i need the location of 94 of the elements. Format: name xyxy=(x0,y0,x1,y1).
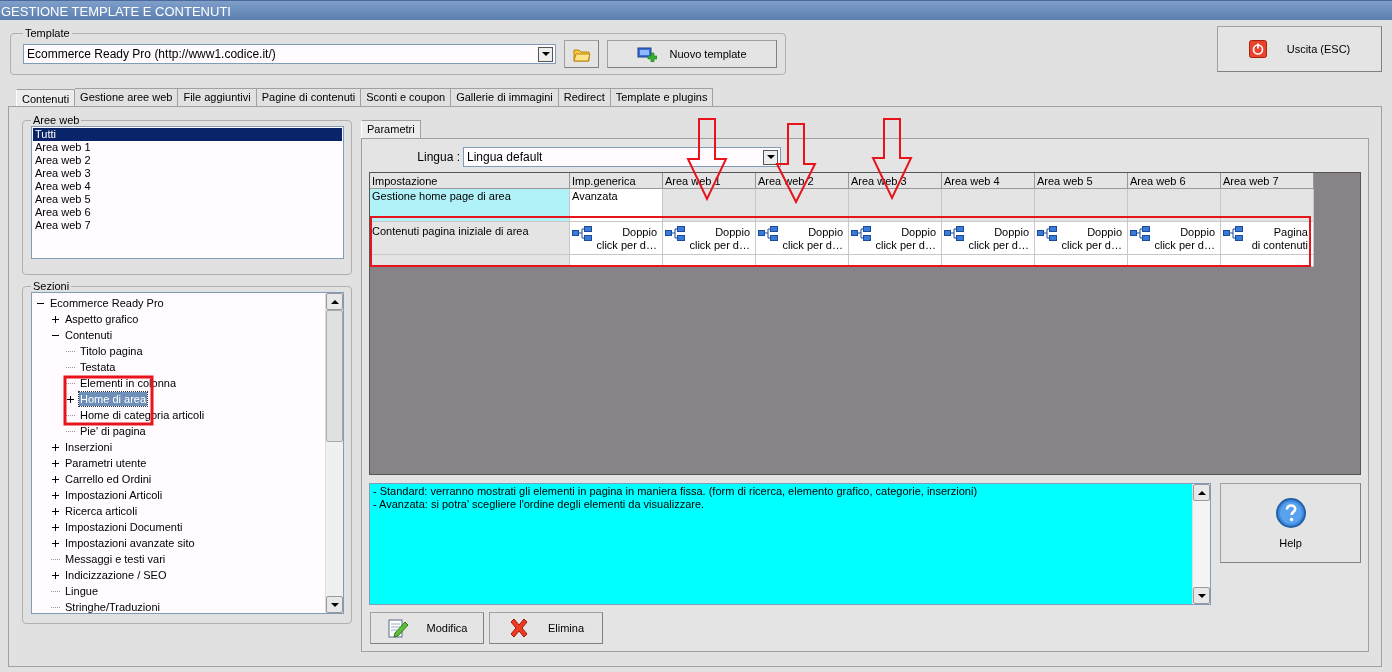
tree-item[interactable]: Impostazioni avanzate sito xyxy=(64,536,196,550)
hierarchy-icon xyxy=(851,226,871,242)
tree-item[interactable]: Aspetto grafico xyxy=(64,312,140,326)
edit-document-icon xyxy=(386,617,409,639)
tree-item[interactable]: Indicizzazione / SEO xyxy=(64,568,168,582)
hierarchy-icon xyxy=(1223,226,1243,242)
description-text: - Avanzata: si potra' scegliere l'ordine degli elementi da visualizzare. xyxy=(373,498,706,511)
row-label: Contenuti pagina iniziale di area xyxy=(370,222,570,255)
column-header: Area web 7 xyxy=(1221,173,1314,189)
table-cell[interactable]: Pagina di contenuti xyxy=(1221,222,1314,255)
scrollbar[interactable] xyxy=(325,293,343,613)
table-cell[interactable]: Doppio click per d… xyxy=(942,222,1035,255)
tab[interactable]: File aggiuntivi xyxy=(178,88,257,106)
tree-item[interactable]: Impostazioni Documenti xyxy=(64,520,184,534)
tab[interactable]: Contenuti xyxy=(16,89,76,106)
group-label: Template xyxy=(24,27,71,39)
help-icon xyxy=(1274,497,1307,529)
column-header: Area web 5 xyxy=(1035,173,1128,189)
template-dropdown[interactable]: Ecommerce Ready Pro (http://www1.codice.it/) xyxy=(23,44,556,64)
table-cell[interactable]: Doppio click per d… xyxy=(849,222,942,255)
tab[interactable]: Template e plugins xyxy=(610,88,714,106)
list-item[interactable]: Tutti xyxy=(33,128,342,141)
scroll-down-icon[interactable] xyxy=(326,596,343,613)
row-label: Gestione home page di area xyxy=(370,189,570,222)
hierarchy-icon xyxy=(944,226,964,242)
table-cell[interactable]: Doppio click per d… xyxy=(1035,222,1128,255)
column-header: Imp.generica xyxy=(570,173,663,189)
language-dropdown[interactable]: Lingua default xyxy=(463,147,781,167)
tree-item[interactable]: Ecommerce Ready Pro xyxy=(49,296,165,310)
hierarchy-icon xyxy=(572,226,592,242)
table-cell[interactable]: Doppio click per d… xyxy=(756,222,849,255)
scroll-down-icon[interactable] xyxy=(1193,587,1210,604)
description-text: - Standard: verranno mostrati gli elementi in pagina in maniera fissa. (form di ricerca, elemento grafico, categorie, inserzioni) xyxy=(373,485,979,498)
expand-icon[interactable] xyxy=(51,538,60,548)
tree-item[interactable]: Inserzioni xyxy=(64,440,114,454)
tree-item[interactable]: Contenuti xyxy=(64,328,114,342)
delete-button[interactable]: Elimina xyxy=(489,612,603,644)
tree-item[interactable]: Testata xyxy=(79,360,117,374)
new-template-button[interactable]: Nuovo template xyxy=(607,40,777,68)
tab[interactable]: Gestione aree web xyxy=(75,88,179,106)
expand-icon[interactable] xyxy=(51,490,60,500)
scrollbar[interactable] xyxy=(1192,484,1210,604)
table-cell[interactable]: Doppio click per d… xyxy=(1128,222,1221,255)
column-header: Area web 6 xyxy=(1128,173,1221,189)
list-item[interactable]: Area web 4 xyxy=(33,180,342,193)
tree-item[interactable]: Lingue xyxy=(64,584,100,598)
exit-button[interactable]: Uscita (ESC) xyxy=(1217,26,1382,72)
tree-item[interactable]: Stringhe/Traduzioni xyxy=(64,600,161,613)
tree-item[interactable]: Impostazioni Articoli xyxy=(64,488,164,502)
list-item[interactable]: Area web 7 xyxy=(33,219,342,232)
tab[interactable]: Pagine di contenuti xyxy=(256,88,362,106)
expand-icon[interactable] xyxy=(51,458,60,468)
tab[interactable]: Redirect xyxy=(558,88,611,106)
expand-icon[interactable] xyxy=(51,570,60,580)
expand-icon[interactable] xyxy=(51,522,60,532)
tree-item[interactable]: Carrello ed Ordini xyxy=(64,472,153,486)
table-cell[interactable]: Doppio click per d… xyxy=(570,222,663,255)
scroll-up-icon[interactable] xyxy=(1193,484,1210,501)
tree-item[interactable]: Titolo pagina xyxy=(79,344,144,358)
expand-icon[interactable] xyxy=(66,394,75,404)
table-cell: Avanzata xyxy=(570,189,663,222)
list-item[interactable]: Area web 1 xyxy=(33,141,342,154)
scroll-up-icon[interactable] xyxy=(326,293,343,310)
group-label: Aree web xyxy=(32,114,81,126)
hierarchy-icon xyxy=(665,226,685,242)
expand-icon[interactable] xyxy=(51,506,60,516)
hierarchy-icon xyxy=(1037,226,1057,242)
edit-button[interactable]: Modifica xyxy=(370,612,484,644)
column-header: Impostazione xyxy=(370,173,570,189)
list-item[interactable]: Area web 6 xyxy=(33,206,342,219)
tab[interactable]: Gallerie di immagini xyxy=(451,88,559,106)
expand-icon[interactable] xyxy=(51,314,60,324)
list-item[interactable]: Area web 5 xyxy=(33,193,342,206)
column-header: Area web 4 xyxy=(942,173,1035,189)
expand-icon[interactable] xyxy=(51,442,60,452)
tree-item[interactable]: Parametri utente xyxy=(64,456,148,470)
field-label: Lingua : xyxy=(416,150,461,164)
help-button[interactable]: Help xyxy=(1220,483,1361,563)
tree-item[interactable]: Pie' di pagina xyxy=(79,424,147,438)
hierarchy-icon xyxy=(1130,226,1150,242)
window-title: GESTIONE TEMPLATE E CONTENUTI xyxy=(0,0,1392,20)
add-window-icon xyxy=(637,46,658,62)
group-label: Sezioni xyxy=(32,280,71,292)
list-item[interactable]: Area web 2 xyxy=(33,154,342,167)
folder-icon xyxy=(572,46,591,62)
expand-icon[interactable] xyxy=(51,474,60,484)
power-icon xyxy=(1248,40,1267,58)
tree-item[interactable]: Ricerca articoli xyxy=(64,504,139,518)
tab[interactable]: Sconti e coupon xyxy=(361,88,452,106)
open-folder-button[interactable] xyxy=(564,40,599,68)
hierarchy-icon xyxy=(758,226,778,242)
table-cell[interactable]: Doppio click per d… xyxy=(663,222,756,255)
tree-item[interactable]: Messaggi e testi vari xyxy=(64,552,167,566)
list-item[interactable]: Area web 3 xyxy=(33,167,342,180)
